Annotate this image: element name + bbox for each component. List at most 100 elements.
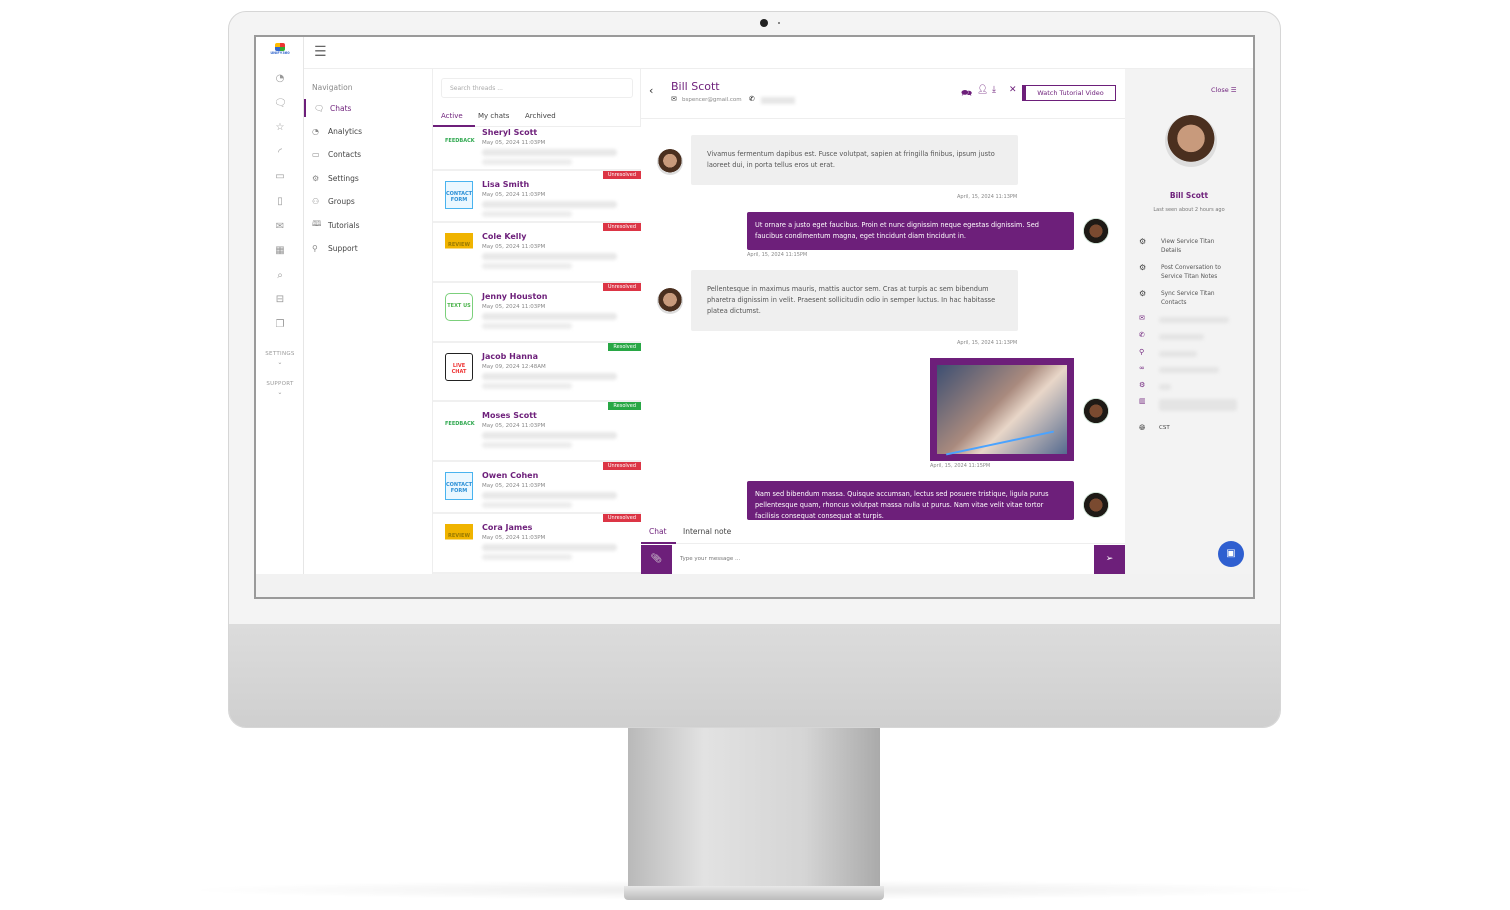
thread-list[interactable]: FEEDBACK Sheryl Scott May 05, 2024 11:03PM… — [433, 127, 641, 574]
message-image[interactable] — [930, 358, 1074, 461]
mail-icon[interactable]: ✉ — [274, 221, 286, 233]
back-icon[interactable]: ‹ — [649, 84, 653, 97]
message-preview-blurred — [482, 159, 572, 165]
active-tab-indicator — [641, 542, 676, 544]
link-icon: ∞ — [1139, 364, 1145, 372]
phone-icon[interactable]: ✆ — [749, 95, 755, 103]
message-timestamp: April, 15, 2024 11:15PM — [930, 463, 991, 469]
settings-section-label[interactable]: SETTINGS — [256, 351, 304, 357]
message-preview-blurred — [482, 211, 572, 217]
star-icon[interactable]: ☆ — [274, 122, 286, 134]
user-icon[interactable]: 👤︎ — [977, 85, 988, 95]
message-preview-blurred — [482, 201, 617, 208]
service-titan-icon: ⚙ — [1139, 289, 1147, 298]
tab-internal-note[interactable]: Internal note — [683, 527, 731, 536]
message-input[interactable]: Type your message ... — [672, 545, 1094, 574]
mail-icon: ✉ — [671, 95, 677, 103]
send-button[interactable]: ➢ — [1094, 545, 1125, 574]
thread-row[interactable]: FEEDBACK Moses Scott May 05, 2024 11:03PM R… — [433, 402, 641, 462]
view-service-titan-details[interactable]: View Service Titan Details — [1161, 238, 1231, 255]
book-icon: 🕮︎ — [312, 219, 322, 228]
support-icon: ⚲ — [312, 243, 318, 253]
nav-item-chats[interactable]: 🗨︎ Chats — [304, 99, 432, 117]
nav-item-support[interactable]: ⚲ Support — [304, 239, 432, 257]
chat-widget-button[interactable]: ▣ — [1218, 541, 1244, 567]
tab-my-chats[interactable]: My chats — [478, 112, 509, 120]
agent-avatar — [1083, 398, 1109, 424]
chevron-down-icon[interactable]: ⌄ — [256, 389, 304, 396]
thread-row[interactable]: CONTACT FORM Lisa Smith May 05, 2024 11:03… — [433, 171, 641, 223]
thread-row[interactable]: FEEDBACK Sheryl Scott May 05, 2024 11:03PM — [433, 127, 641, 171]
gauge-icon: ◔ — [312, 126, 319, 136]
nav-item-settings[interactable]: ⚙ Settings — [304, 169, 432, 187]
agent-avatar — [1083, 492, 1109, 518]
thread-contact-name: Moses Scott — [482, 411, 537, 420]
contact-email[interactable]: bspencer@gmail.com — [682, 97, 742, 103]
search-icon[interactable]: ⌕ — [274, 270, 286, 282]
thread-date: May 05, 2024 11:03PM — [482, 423, 546, 429]
status-badge: Unresolved — [602, 223, 641, 231]
nav-item-analytics[interactable]: ◔ Analytics — [304, 122, 432, 140]
map-icon: ▥ — [1139, 397, 1146, 405]
dashboard-icon[interactable]: ◔ — [274, 73, 286, 85]
contacts-icon: ▭ — [312, 150, 320, 160]
gears-icon: ⚙ — [1139, 381, 1146, 389]
conversations-icon[interactable]: 🗪 — [961, 86, 972, 102]
watch-tutorial-button[interactable]: Watch Tutorial Video — [1022, 85, 1116, 101]
close-icon[interactable]: ✕ — [1009, 85, 1017, 95]
gears-blurred — [1159, 384, 1171, 390]
location-blurred — [1159, 351, 1197, 357]
hamburger-menu-icon[interactable]: ☰ — [314, 44, 327, 60]
address-blurred — [1159, 399, 1237, 411]
source-logo: FEEDBACK — [445, 421, 475, 427]
building-icon[interactable]: ▦ — [274, 245, 286, 257]
nav-item-tutorials[interactable]: 🕮︎ Tutorials — [304, 216, 432, 234]
thread-row[interactable]: LIVE CHAT Jacob Hanna May 09, 2024 12:48AM… — [433, 343, 641, 402]
message-preview-blurred — [482, 383, 572, 389]
source-logo: CONTACT FORM — [445, 472, 473, 500]
top-bar: ☰ — [304, 37, 1253, 69]
status-badge: Unresolved — [602, 171, 641, 179]
thread-date: May 05, 2024 11:03PM — [482, 535, 546, 541]
thread-date: May 05, 2024 11:03PM — [482, 192, 546, 198]
thread-list-panel: Search threads ... Active My chats Archi… — [433, 69, 641, 574]
thread-row[interactable]: REVIEW Cora James May 05, 2024 11:03PM Unre… — [433, 514, 641, 574]
thread-date: May 05, 2024 11:03PM — [482, 483, 546, 489]
thread-row[interactable]: CONTACT FORM Owen Cohen May 05, 2024 11:03… — [433, 462, 641, 514]
contacts-icon[interactable]: ▭ — [274, 171, 286, 183]
support-section-label[interactable]: SUPPORT — [256, 381, 304, 387]
post-conversation-notes[interactable]: Post Conversation to Service Titan Notes — [1161, 264, 1241, 281]
service-titan-icon: ⚙ — [1139, 237, 1147, 246]
tab-chat[interactable]: Chat — [649, 527, 667, 536]
message-preview-blurred — [482, 313, 617, 320]
message-list[interactable]: Vivamus fermentum dapibus est. Fusce vol… — [641, 120, 1125, 520]
status-badge: Resolved — [608, 343, 641, 351]
monitor-foot — [624, 886, 884, 900]
document-icon[interactable]: ❐ — [274, 319, 286, 331]
mobile-icon[interactable]: ▯ — [274, 196, 286, 208]
gear-icon: ⚙ — [312, 173, 320, 183]
message-incoming: Pellentesque in maximus mauris, mattis a… — [691, 270, 1018, 331]
nav-item-label: Analytics — [328, 126, 363, 136]
thread-row[interactable]: REVIEW Cole Kelly May 05, 2024 11:03PM Unre… — [433, 223, 641, 283]
download-icon[interactable]: ⤓ — [992, 85, 996, 95]
nav-item-label: Groups — [328, 197, 355, 207]
rss-icon[interactable]: ◜ — [274, 147, 286, 159]
thread-row[interactable]: TEXT US Jenny Houston May 05, 2024 11:03PM… — [433, 283, 641, 343]
tab-active[interactable]: Active — [441, 112, 463, 120]
link-blurred — [1159, 367, 1219, 373]
inbox-icon[interactable]: ⊟ — [274, 294, 286, 306]
sync-service-titan-contacts[interactable]: Sync Service Titan Contacts — [1161, 290, 1231, 307]
search-threads-input[interactable]: Search threads ... — [441, 78, 633, 98]
tab-archived[interactable]: Archived — [525, 112, 556, 120]
compose-tabs: Chat Internal note — [641, 520, 1125, 544]
attach-button[interactable]: 📎︎ — [641, 545, 672, 574]
nav-item-groups[interactable]: ⚇ Groups — [304, 193, 432, 211]
nav-title: Navigation — [312, 83, 353, 92]
source-logo: CONTACT FORM — [445, 181, 473, 209]
close-profile-button[interactable]: Close ☰ — [1211, 86, 1237, 94]
nav-item-contacts[interactable]: ▭ Contacts — [304, 146, 432, 164]
thread-date: May 05, 2024 11:03PM — [482, 304, 546, 310]
chevron-down-icon[interactable]: ⌄ — [256, 359, 304, 366]
chat-icon[interactable]: 🗨︎ — [274, 98, 287, 110]
